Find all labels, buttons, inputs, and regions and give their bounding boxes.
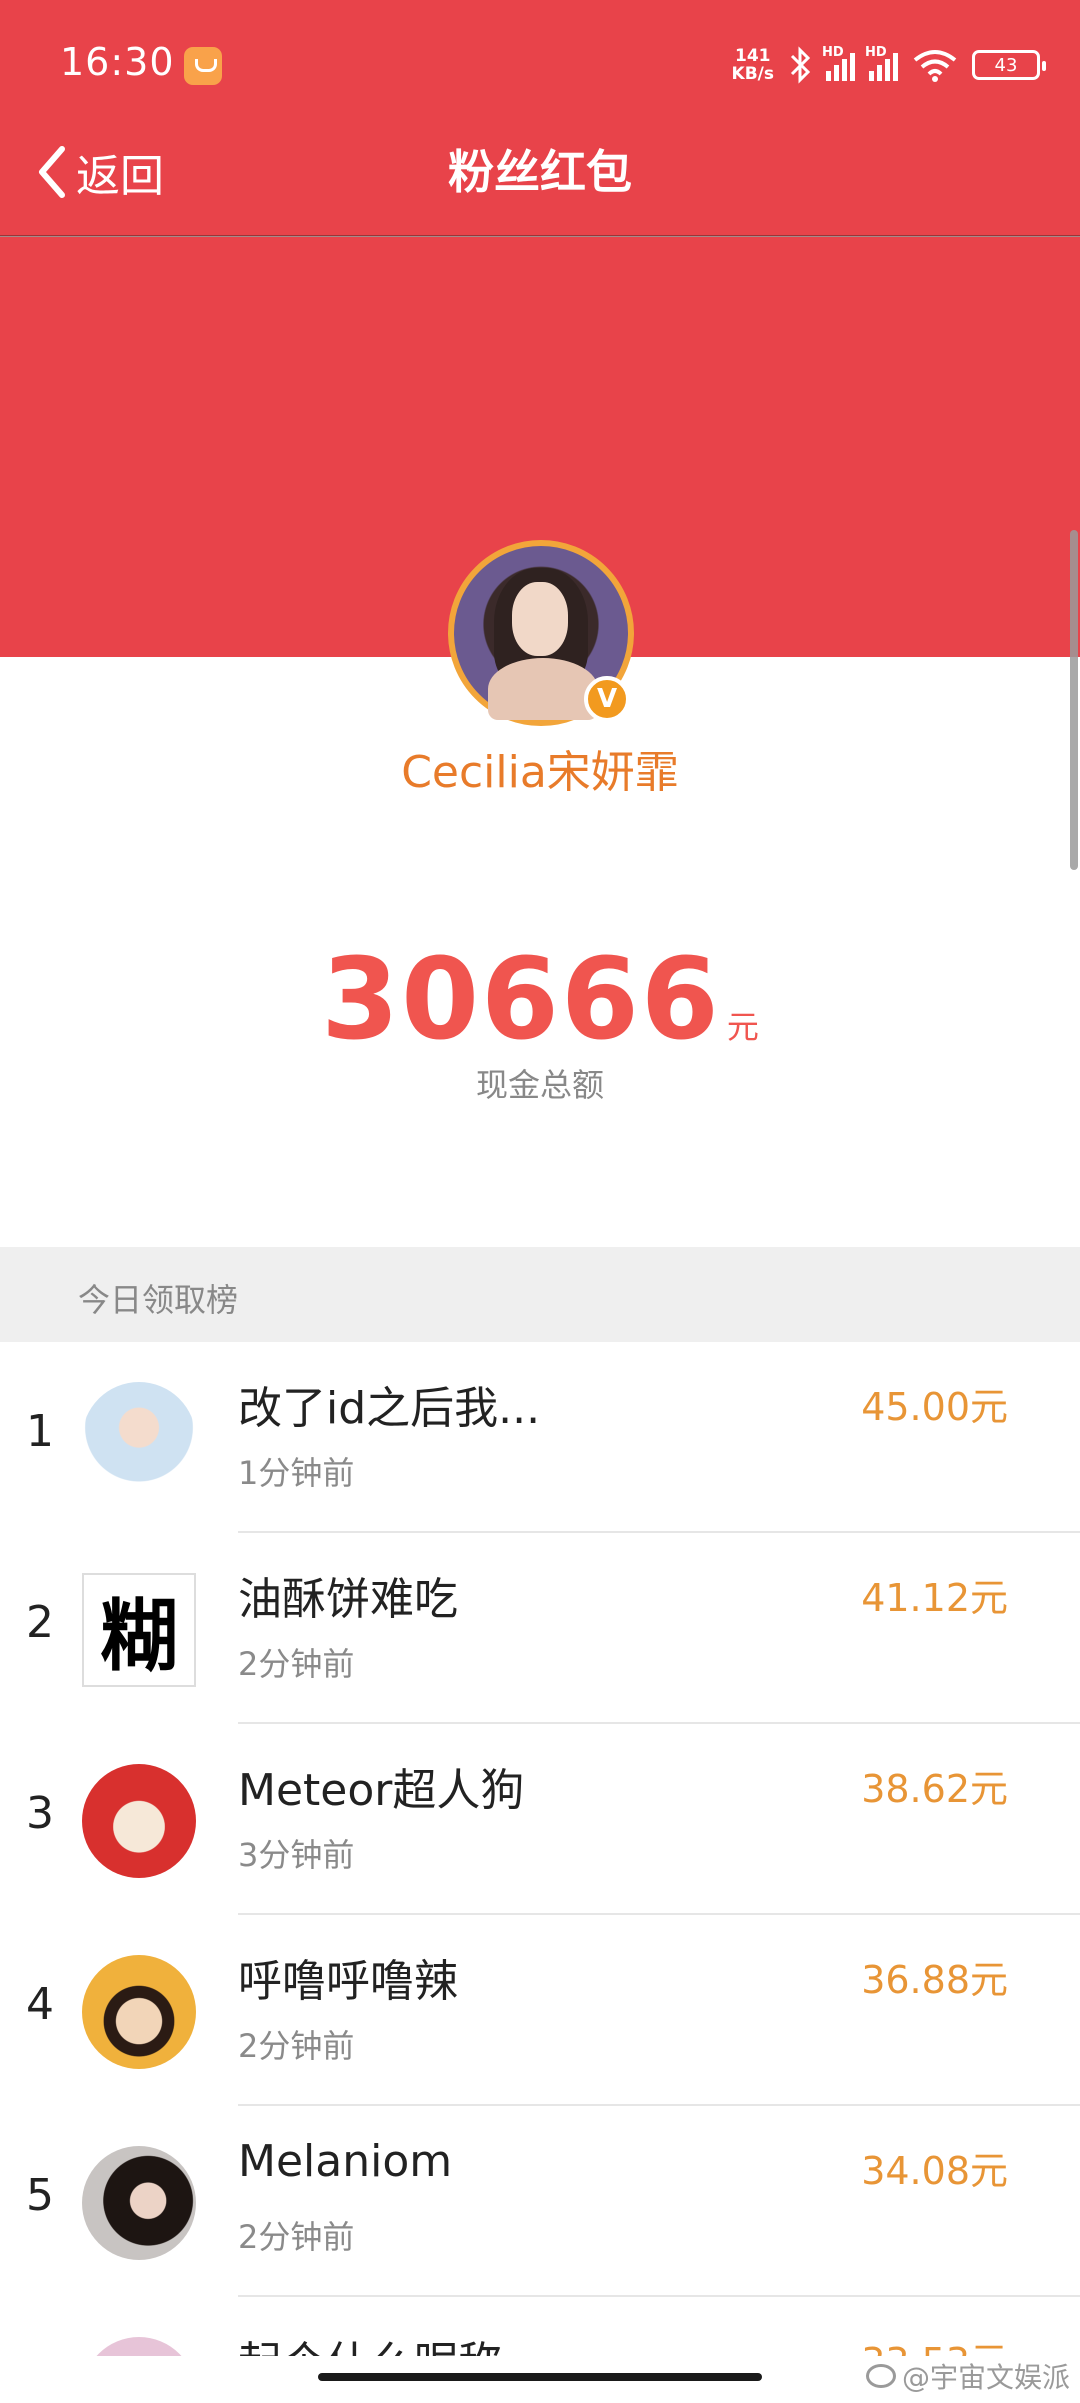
net-speed: 141 KB/s (732, 47, 774, 83)
list-item[interactable]: 5 Melaniom 2分钟前 34.08元 (0, 2106, 1080, 2297)
claim-time: 2分钟前 (238, 1645, 355, 1683)
list-item[interactable]: 4 呼噜呼噜辣 2分钟前 36.88元 (0, 1915, 1080, 2106)
user-avatar[interactable] (82, 1382, 196, 1496)
watermark: @宇宙文娱派 (865, 2356, 1070, 2396)
leaderboard-title: 今日领取榜 (78, 1281, 239, 1319)
signal-icon-2: HD (865, 45, 898, 81)
leaderboard-list: 1 改了id之后我... 1分钟前 45.00元 2 糊 油酥饼难吃 2分钟前 … (0, 1342, 1080, 2356)
leaderboard-header: 今日领取榜 (0, 1247, 1080, 1342)
user-name: 呼噜呼噜辣 (238, 1956, 458, 2007)
battery-level: 43 (994, 54, 1018, 76)
user-name: 起个什么昵称 (238, 2327, 502, 2356)
list-item[interactable]: 2 糊 油酥饼难吃 2分钟前 41.12元 (0, 1533, 1080, 1724)
watermark-text: @宇宙文娱派 (901, 2361, 1070, 2394)
wifi-icon (913, 50, 957, 82)
user-name: 油酥饼难吃 (238, 1574, 458, 1625)
claim-time: 2分钟前 (238, 2218, 355, 2256)
list-item[interactable]: 起个什么昵称 33.53元 (0, 2297, 1080, 2356)
signal-hd-label: HD (822, 45, 844, 60)
verified-badge-icon: V (584, 676, 630, 722)
user-name: Meteor超人狗 (238, 1765, 525, 1816)
claim-time: 2分钟前 (238, 2027, 355, 2065)
home-indicator[interactable] (318, 2373, 762, 2381)
rank-number: 1 (26, 1406, 54, 1457)
claim-amount: 34.08元 (861, 2149, 1008, 2193)
claim-time: 3分钟前 (238, 1836, 355, 1874)
user-avatar[interactable]: 糊 (82, 1573, 196, 1687)
total-amount: 30666 (321, 935, 721, 1065)
user-avatar[interactable] (82, 1764, 196, 1878)
rank-number: 5 (26, 2170, 54, 2221)
app-notification-icon (184, 47, 222, 85)
user-avatar[interactable] (82, 2337, 196, 2356)
rank-number: 4 (26, 1979, 54, 2030)
list-item[interactable]: 1 改了id之后我... 1分钟前 45.00元 (0, 1342, 1080, 1533)
page-title: 粉丝红包 (448, 145, 632, 199)
weibo-icon (865, 2364, 896, 2388)
status-time: 16:30 (60, 40, 175, 84)
streamer-name[interactable]: Cecilia宋妍霏 (0, 736, 1080, 800)
signal-icon-1: HD (822, 45, 855, 81)
scrollbar[interactable] (1070, 530, 1078, 870)
net-speed-unit: KB/s (731, 64, 774, 84)
claim-amount: 45.00元 (861, 1385, 1008, 1429)
signal-hd-label: HD (865, 45, 887, 60)
rank-number: 2 (26, 1597, 54, 1648)
total-amount-block: 30666 元 (0, 935, 1080, 1065)
user-name: Melaniom (238, 2136, 453, 2187)
user-name: 改了id之后我... (238, 1383, 541, 1434)
claim-amount: 36.88元 (861, 1958, 1008, 2002)
net-speed-value: 141 (735, 46, 771, 66)
claim-time: 1分钟前 (238, 1454, 355, 1492)
claim-amount: 41.12元 (861, 1576, 1008, 1620)
claim-amount: 38.62元 (861, 1767, 1008, 1811)
claim-amount: 33.53元 (861, 2331, 1008, 2356)
total-unit: 元 (726, 1008, 759, 1046)
total-label: 现金总额 (475, 1066, 604, 1104)
status-icons: 141 KB/s HD HD 43 (732, 40, 1046, 90)
screen: 16:30 141 KB/s HD HD 43 返回 粉丝红包 V Cecili… (0, 0, 1080, 2356)
user-avatar[interactable] (82, 2146, 196, 2260)
user-avatar[interactable] (82, 1955, 196, 2069)
rank-number: 3 (26, 1788, 54, 1839)
list-item[interactable]: 3 Meteor超人狗 3分钟前 38.62元 (0, 1724, 1080, 1915)
battery-icon: 43 (972, 50, 1046, 80)
bluetooth-icon (790, 46, 811, 84)
